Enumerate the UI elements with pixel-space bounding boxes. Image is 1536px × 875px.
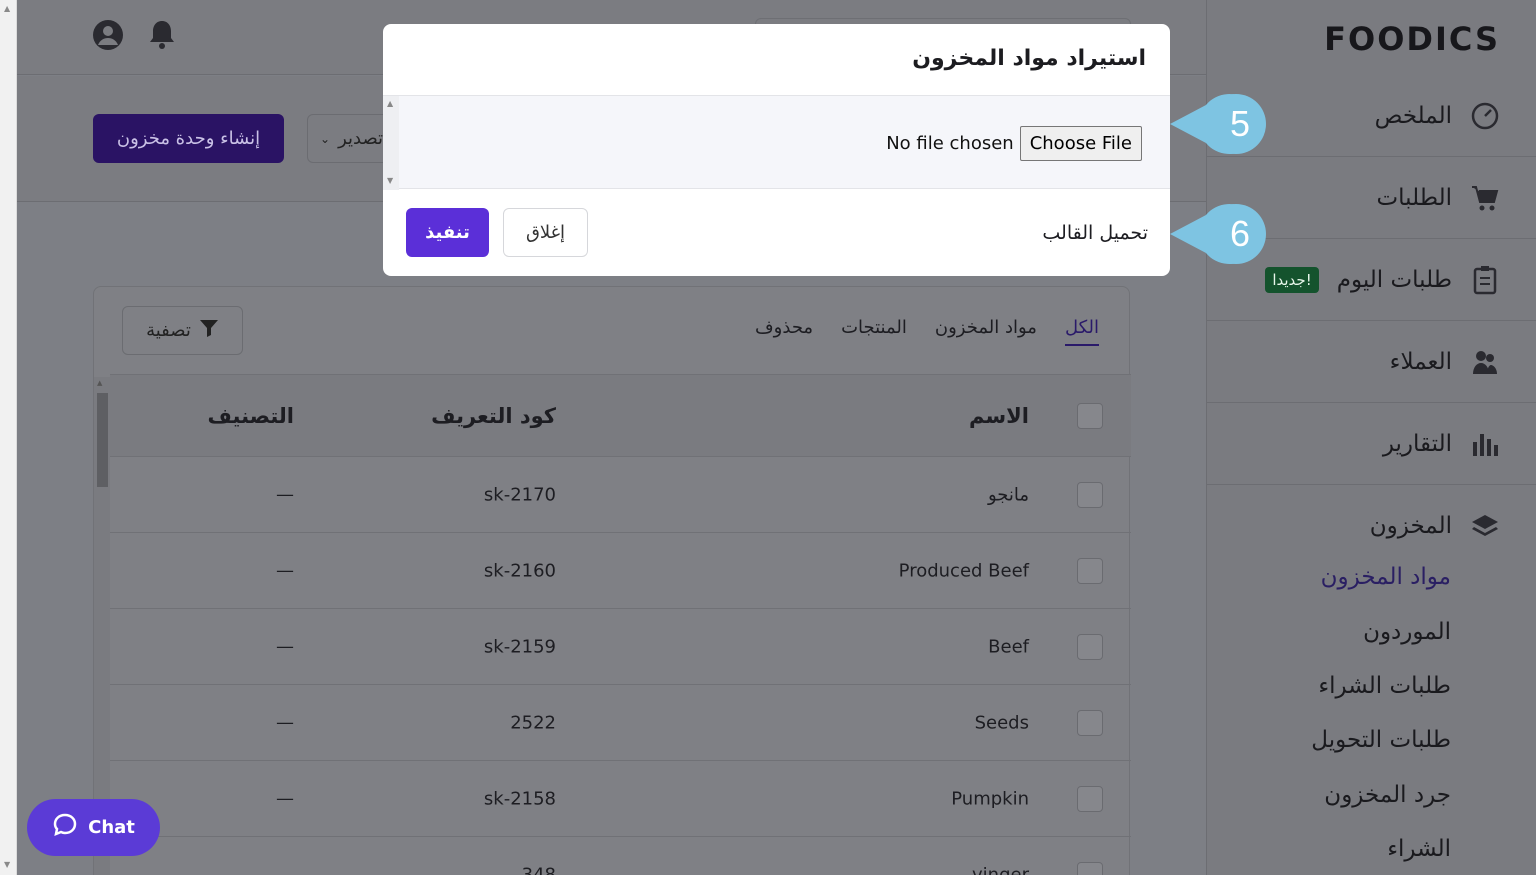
callout-marker-5: 5 [1170,93,1266,155]
tab-all[interactable]: الكل [1064,317,1099,346]
sidebar-sub-suppliers[interactable]: الموردون [1363,619,1451,645]
no-file-chosen-text: No file chosen [886,133,1014,154]
table-row[interactable]: Seeds 2522 — [110,684,1131,760]
sidebar-item-label: التقارير [1382,430,1452,457]
table-header-row: الاسم كود التعريف التصنيف [110,374,1131,456]
callout-marker-6: 6 [1170,203,1266,265]
row-checkbox[interactable] [1077,862,1103,875]
sidebar-sub-inventory-count[interactable]: جرد المخزون [1324,782,1451,808]
export-button-label: تصدير [338,128,384,149]
row-name: Seeds [974,712,1029,733]
download-template-link[interactable]: تحميل القالب [1042,222,1148,244]
chat-bubble-icon [52,812,78,843]
table-row[interactable]: Produced Beef sk-2160 — [110,532,1131,608]
row-checkbox[interactable] [1077,633,1103,660]
tab-inventory-items[interactable]: مواد المخزون [935,317,1037,346]
row-code: sk-2158 [483,788,556,809]
sidebar-item-inventory[interactable]: المخزون [1206,485,1536,567]
close-button[interactable]: إغلاق [503,208,588,257]
filter-button-label: تصفية [146,320,191,341]
chat-label: Chat [88,817,135,838]
bar-chart-icon [1470,429,1500,459]
row-name: Pumpkin [951,788,1029,809]
inventory-table: الاسم كود التعريف التصنيف مانجو sk-2170 … [110,374,1131,875]
foodics-logo[interactable]: FOODICS [1324,20,1500,58]
new-badge: جديدا! [1265,266,1319,293]
sidebar-item-label: الطلبات [1376,184,1452,211]
customers-icon [1470,347,1500,377]
app-shell: FOODICS الملخص الطلبات جديدا! طلبات اليو… [17,0,1536,875]
scroll-up-arrow-icon[interactable]: ▲ [97,379,102,387]
filter-tabs: الكل مواد المخزون المنتجات محذوف [755,317,1099,346]
row-checkbox[interactable] [1077,557,1103,584]
row-name: Beef [988,636,1029,657]
sidebar-item-customers[interactable]: العملاء [1206,321,1536,403]
table-row[interactable]: Beef sk-2159 — [110,608,1131,684]
row-checkbox[interactable] [1077,481,1103,508]
chat-widget-button[interactable]: Chat [27,799,160,856]
modal-body: ▲ ▼ No file chosen Choose File [383,95,1170,190]
table-row[interactable]: Pumpkin sk-2158 — [110,760,1131,836]
inventory-items-card: الكل مواد المخزون المنتجات محذوف تصفية ▲… [93,286,1131,875]
column-header-name[interactable]: الاسم [969,404,1029,428]
filter-button[interactable]: تصفية [122,306,243,355]
row-category: — [276,788,294,809]
select-all-checkbox[interactable] [1077,402,1103,429]
sidebar-sub-transfer-orders[interactable]: طلبات التحويل [1311,727,1451,753]
column-header-category[interactable]: التصنيف [207,404,294,428]
row-code: sk-2170 [483,484,556,505]
row-name: Produced Beef [898,560,1029,581]
scroll-down-arrow-icon[interactable]: ▼ [387,176,393,185]
row-code: 2522 [510,712,556,733]
sidebar-sub-inventory-items[interactable]: مواد المخزون [1321,564,1451,590]
funnel-icon [199,318,219,343]
sidebar-item-label: العملاء [1389,348,1452,375]
choose-file-button[interactable]: Choose File [1019,126,1142,161]
sidebar-sub-purchase-orders[interactable]: طلبات الشراء [1318,673,1451,699]
notifications-bell-icon[interactable] [145,18,179,52]
sidebar-item-reports[interactable]: التقارير [1206,403,1536,485]
row-category: — [276,484,294,505]
chevron-down-icon: ⌄ [320,131,331,146]
row-code: 348 [521,864,556,875]
row-name: vinger [972,864,1029,875]
page-scrollbar[interactable]: ▲ ▼ [0,0,17,875]
row-category: — [276,560,294,581]
file-input[interactable]: No file chosen Choose File [886,126,1142,161]
tab-deleted[interactable]: محذوف [755,317,813,346]
import-inventory-modal: استيراد مواد المخزون ▲ ▼ No file chosen … [383,24,1170,276]
row-checkbox[interactable] [1077,785,1103,812]
callout-number: 5 [1229,103,1250,144]
sidebar-item-label: الملخص [1374,102,1452,129]
layers-icon [1470,511,1500,541]
column-header-code[interactable]: كود التعريف [431,404,556,428]
user-profile-icon[interactable] [91,18,125,52]
scroll-up-arrow-icon[interactable]: ▲ [4,4,10,13]
scroll-up-arrow-icon[interactable]: ▲ [387,99,393,108]
row-checkbox[interactable] [1077,709,1103,736]
tab-products[interactable]: المنتجات [841,317,907,346]
callout-number: 6 [1229,213,1250,254]
sidebar-item-label: طلبات اليوم [1336,266,1452,293]
dashboard-gauge-icon [1470,101,1500,131]
table-row[interactable]: vinger 348 [110,836,1131,875]
modal-title: استيراد مواد المخزون [912,46,1146,71]
modal-body-scrollbar[interactable]: ▲ ▼ [383,96,399,190]
row-category: — [276,712,294,733]
scrollbar-thumb[interactable] [97,393,108,487]
table-row[interactable]: مانجو sk-2170 — [110,456,1131,532]
cart-icon [1470,183,1500,213]
submit-button[interactable]: تنفيذ [406,208,489,257]
sidebar-sub-purchasing[interactable]: الشراء [1387,836,1451,862]
row-category: — [276,636,294,657]
row-code: sk-2159 [483,636,556,657]
sidebar-item-label: المخزون [1369,513,1452,539]
scroll-down-arrow-icon[interactable]: ▼ [4,860,10,869]
row-name: مانجو [987,484,1029,505]
create-inventory-item-button[interactable]: إنشاء وحدة مخزون [93,114,284,163]
clipboard-icon [1470,265,1500,295]
row-code: sk-2160 [483,560,556,581]
